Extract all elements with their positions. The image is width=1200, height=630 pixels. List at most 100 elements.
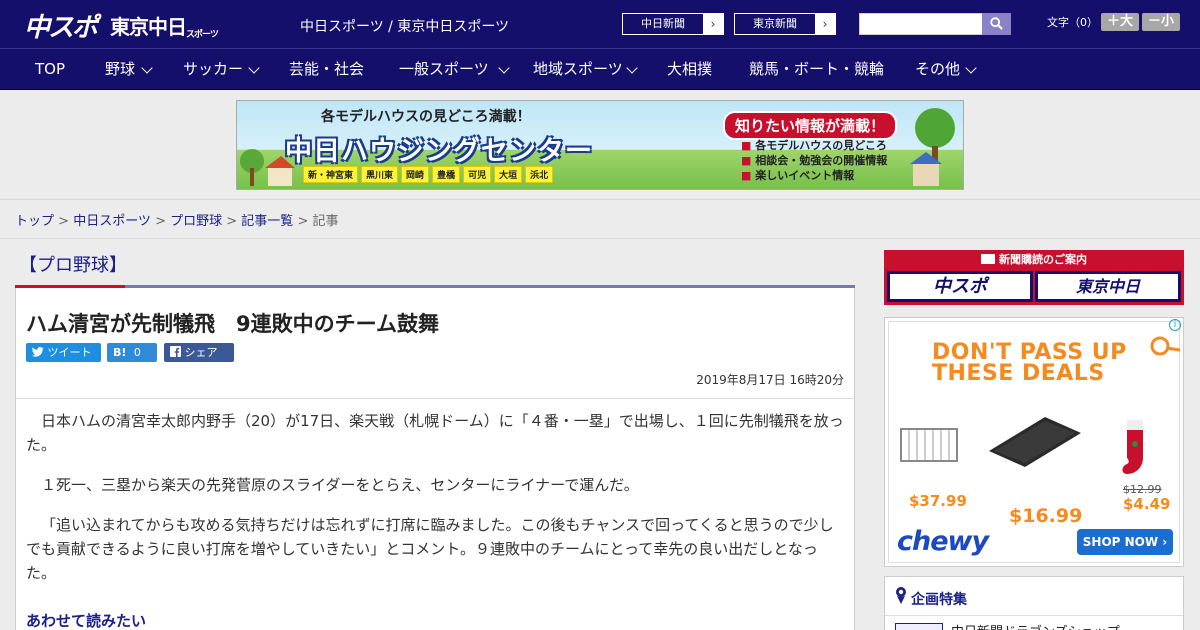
tweet-label: ツイート [47, 346, 92, 359]
related-articles-heading: あわせて読みたい [26, 612, 147, 630]
feature-thumbnail[interactable] [895, 623, 943, 630]
article-paragraph: 日本ハムの清宮幸太郎内野手（20）が17日、楽天戦（札幌ドーム）に「４番・一塁」… [26, 412, 844, 454]
tokyo-chunichi-logo[interactable]: 東京中日スポーツ [110, 11, 219, 40]
tree-illustration [910, 108, 955, 186]
divider [0, 238, 1200, 239]
nav-racing[interactable]: 競馬・ボート・競輪 [749, 49, 884, 89]
facebook-share-button[interactable]: シェア 0 [164, 343, 234, 378]
nav-local-sports[interactable]: 地域スポーツ [533, 49, 623, 89]
chevron-down-icon[interactable] [965, 62, 977, 74]
town-tag: 岡崎 [401, 166, 430, 183]
newspaper-icon [981, 254, 995, 264]
breadcrumb-sep: > [150, 214, 171, 229]
tweet-button[interactable]: ツイート [26, 343, 101, 362]
ad-headline-2: THESE DEALS [932, 361, 1105, 386]
divider [885, 615, 1183, 616]
chewy-logo: chewy [897, 526, 989, 557]
font-larger-button[interactable]: ＋大 [1101, 13, 1139, 31]
subscription-header: 新聞購読のご案内 [884, 250, 1184, 270]
town-tag: 可児 [463, 166, 492, 183]
chevron-down-icon[interactable] [248, 62, 260, 74]
chevron-down-icon[interactable] [141, 62, 153, 74]
banner-list-item: 各モデルハウスの見どころ [741, 138, 887, 153]
magnifier-deco-icon [1150, 336, 1180, 356]
breadcrumb-current: 記事 [312, 214, 339, 229]
breadcrumb-sep: > [222, 214, 242, 229]
font-smaller-button[interactable]: －小 [1142, 13, 1180, 31]
chevron-right-icon: › [815, 14, 835, 34]
banner-pill: 知りたい情報が満載！ [723, 111, 898, 140]
ad-price-3: $4.49 [1123, 495, 1171, 513]
article-paragraph: 「追い込まれてからも攻める気持ちだけは忘れずに打席に臨みました。この後もチャンス… [26, 516, 834, 582]
chusupo-logo[interactable]: 中スポ [24, 7, 98, 44]
article-headline: ハム清宮が先制犠飛 9連敗中のチーム鼓舞 [26, 312, 439, 336]
nav-general-sports[interactable]: 一般スポーツ [399, 49, 489, 89]
town-tag: 浜北 [525, 166, 554, 183]
search-icon [990, 17, 1003, 30]
breadcrumb-sep: > [293, 214, 313, 229]
featured-title: 企画特集 [911, 592, 967, 608]
hatena-count: 0 [133, 346, 141, 359]
banner-area: 各モデルハウスの見どころ満載！ 中日ハウジングセンター 新・神宮東 黒川東 岡崎… [0, 90, 1200, 200]
pet-tray-image [989, 417, 1081, 467]
chevron-down-icon[interactable] [498, 62, 510, 74]
christmas-stocking-image [1122, 420, 1143, 474]
nav-soccer[interactable]: サッカー [183, 49, 243, 89]
share-label: シェア [184, 346, 218, 359]
article-paragraph: １死一、三塁から楽天の先発菅原のスライダーをとらえ、センターにライナーで運んだ。 [41, 476, 639, 494]
breadcrumb-chunichi-sports[interactable]: 中日スポーツ [73, 214, 151, 229]
subscribe-tokyo-chunichi-link[interactable]: 東京中日 [1035, 271, 1181, 302]
chunichi-shimbun-link[interactable]: 中日新聞 › [622, 13, 724, 35]
nav-others[interactable]: その他 [915, 49, 960, 89]
chunichi-label: 中日新聞 [641, 17, 685, 30]
town-tag: 新・神宮東 [303, 166, 359, 183]
chewy-ad[interactable]: i DON'T PASS UP THESE DEALS $37.99 $16.9… [884, 317, 1184, 567]
banner-list: 各モデルハウスの見どころ 相談会・勉強会の開催情報 楽しいイベント情報 [741, 138, 887, 183]
divider [16, 398, 854, 399]
banner-list-item: 相談会・勉強会の開催情報 [741, 153, 887, 168]
category-title: 【プロ野球】 [19, 255, 127, 276]
site-names: 中日スポーツ / 東京中日スポーツ [300, 19, 510, 35]
breadcrumb-pro-baseball[interactable]: プロ野球 [170, 214, 222, 229]
feature-item-link[interactable]: 中日新聞ドラゴンズショップ [951, 621, 1120, 630]
shop-now-button[interactable]: SHOP NOW › [1077, 529, 1173, 555]
banner-top-text: 各モデルハウスの見どころ満載！ [321, 109, 531, 125]
ad-price-2: $16.99 [1009, 505, 1083, 527]
banner-list-item: 楽しいイベント情報 [741, 168, 887, 183]
subscribe-chusupo-link[interactable]: 中スポ [887, 271, 1033, 302]
ad-info-icon[interactable]: i [1169, 319, 1181, 331]
subscription-label: 新聞購読のご案内 [999, 253, 1087, 266]
nav-entertainment[interactable]: 芸能・社会 [289, 49, 364, 89]
breadcrumb: トップ > 中日スポーツ > プロ野球 > 記事一覧 > 記事 [15, 210, 339, 229]
tokyo-shimbun-link[interactable]: 東京新聞 › [734, 13, 836, 35]
town-tag: 大垣 [494, 166, 523, 183]
breadcrumb-sep: > [54, 214, 74, 229]
chevron-down-icon[interactable] [626, 62, 638, 74]
hatena-b-icon: B! [113, 346, 127, 359]
newspaper-subscription-box: 新聞購読のご案内 中スポ 東京中日 [884, 250, 1184, 305]
twitter-bird-icon [32, 347, 44, 357]
share-count: 0 [170, 365, 177, 378]
tokyo-logo-text: 東京中日 [110, 15, 187, 39]
tokyo-logo-small: スポーツ [186, 30, 219, 40]
nav-baseball[interactable]: 野球 [105, 49, 135, 89]
nav-top[interactable]: TOP [35, 49, 65, 89]
featured-section: 企画特集 中日新聞ドラゴンズショップ [884, 576, 1184, 630]
ad-price-1: $37.99 [909, 492, 967, 510]
nav-sumo[interactable]: 大相撲 [667, 49, 712, 89]
pet-playpen-image [900, 428, 958, 462]
article-panel: ハム清宮が先制犠飛 9連敗中のチーム鼓舞 ツイート B! 0 シェア 0 201… [15, 288, 855, 630]
banner-towns: 新・神宮東 黒川東 岡崎 豊橋 可児 大垣 浜北 [303, 166, 554, 183]
font-size-label: 文字（0） [1047, 16, 1098, 29]
hatena-bookmark-button[interactable]: B! 0 [107, 343, 157, 362]
article-date: 2019年8月17日 16時20分 [696, 373, 844, 387]
top-header: 中スポ 東京中日スポーツ 中日スポーツ / 東京中日スポーツ 中日新聞 › 東京… [0, 0, 1200, 48]
search-button[interactable] [982, 13, 1011, 35]
tokyo-label: 東京新聞 [753, 17, 797, 30]
breadcrumb-top[interactable]: トップ [15, 214, 54, 229]
global-nav: TOP 野球 サッカー 芸能・社会 一般スポーツ 地域スポーツ 大相撲 競馬・ボ… [0, 48, 1200, 90]
town-tag: 黒川東 [361, 166, 399, 183]
breadcrumb-article-list[interactable]: 記事一覧 [241, 214, 293, 229]
ribbon-icon [896, 587, 906, 604]
housing-center-banner-ad[interactable]: 各モデルハウスの見どころ満載！ 中日ハウジングセンター 新・神宮東 黒川東 岡崎… [236, 100, 964, 190]
